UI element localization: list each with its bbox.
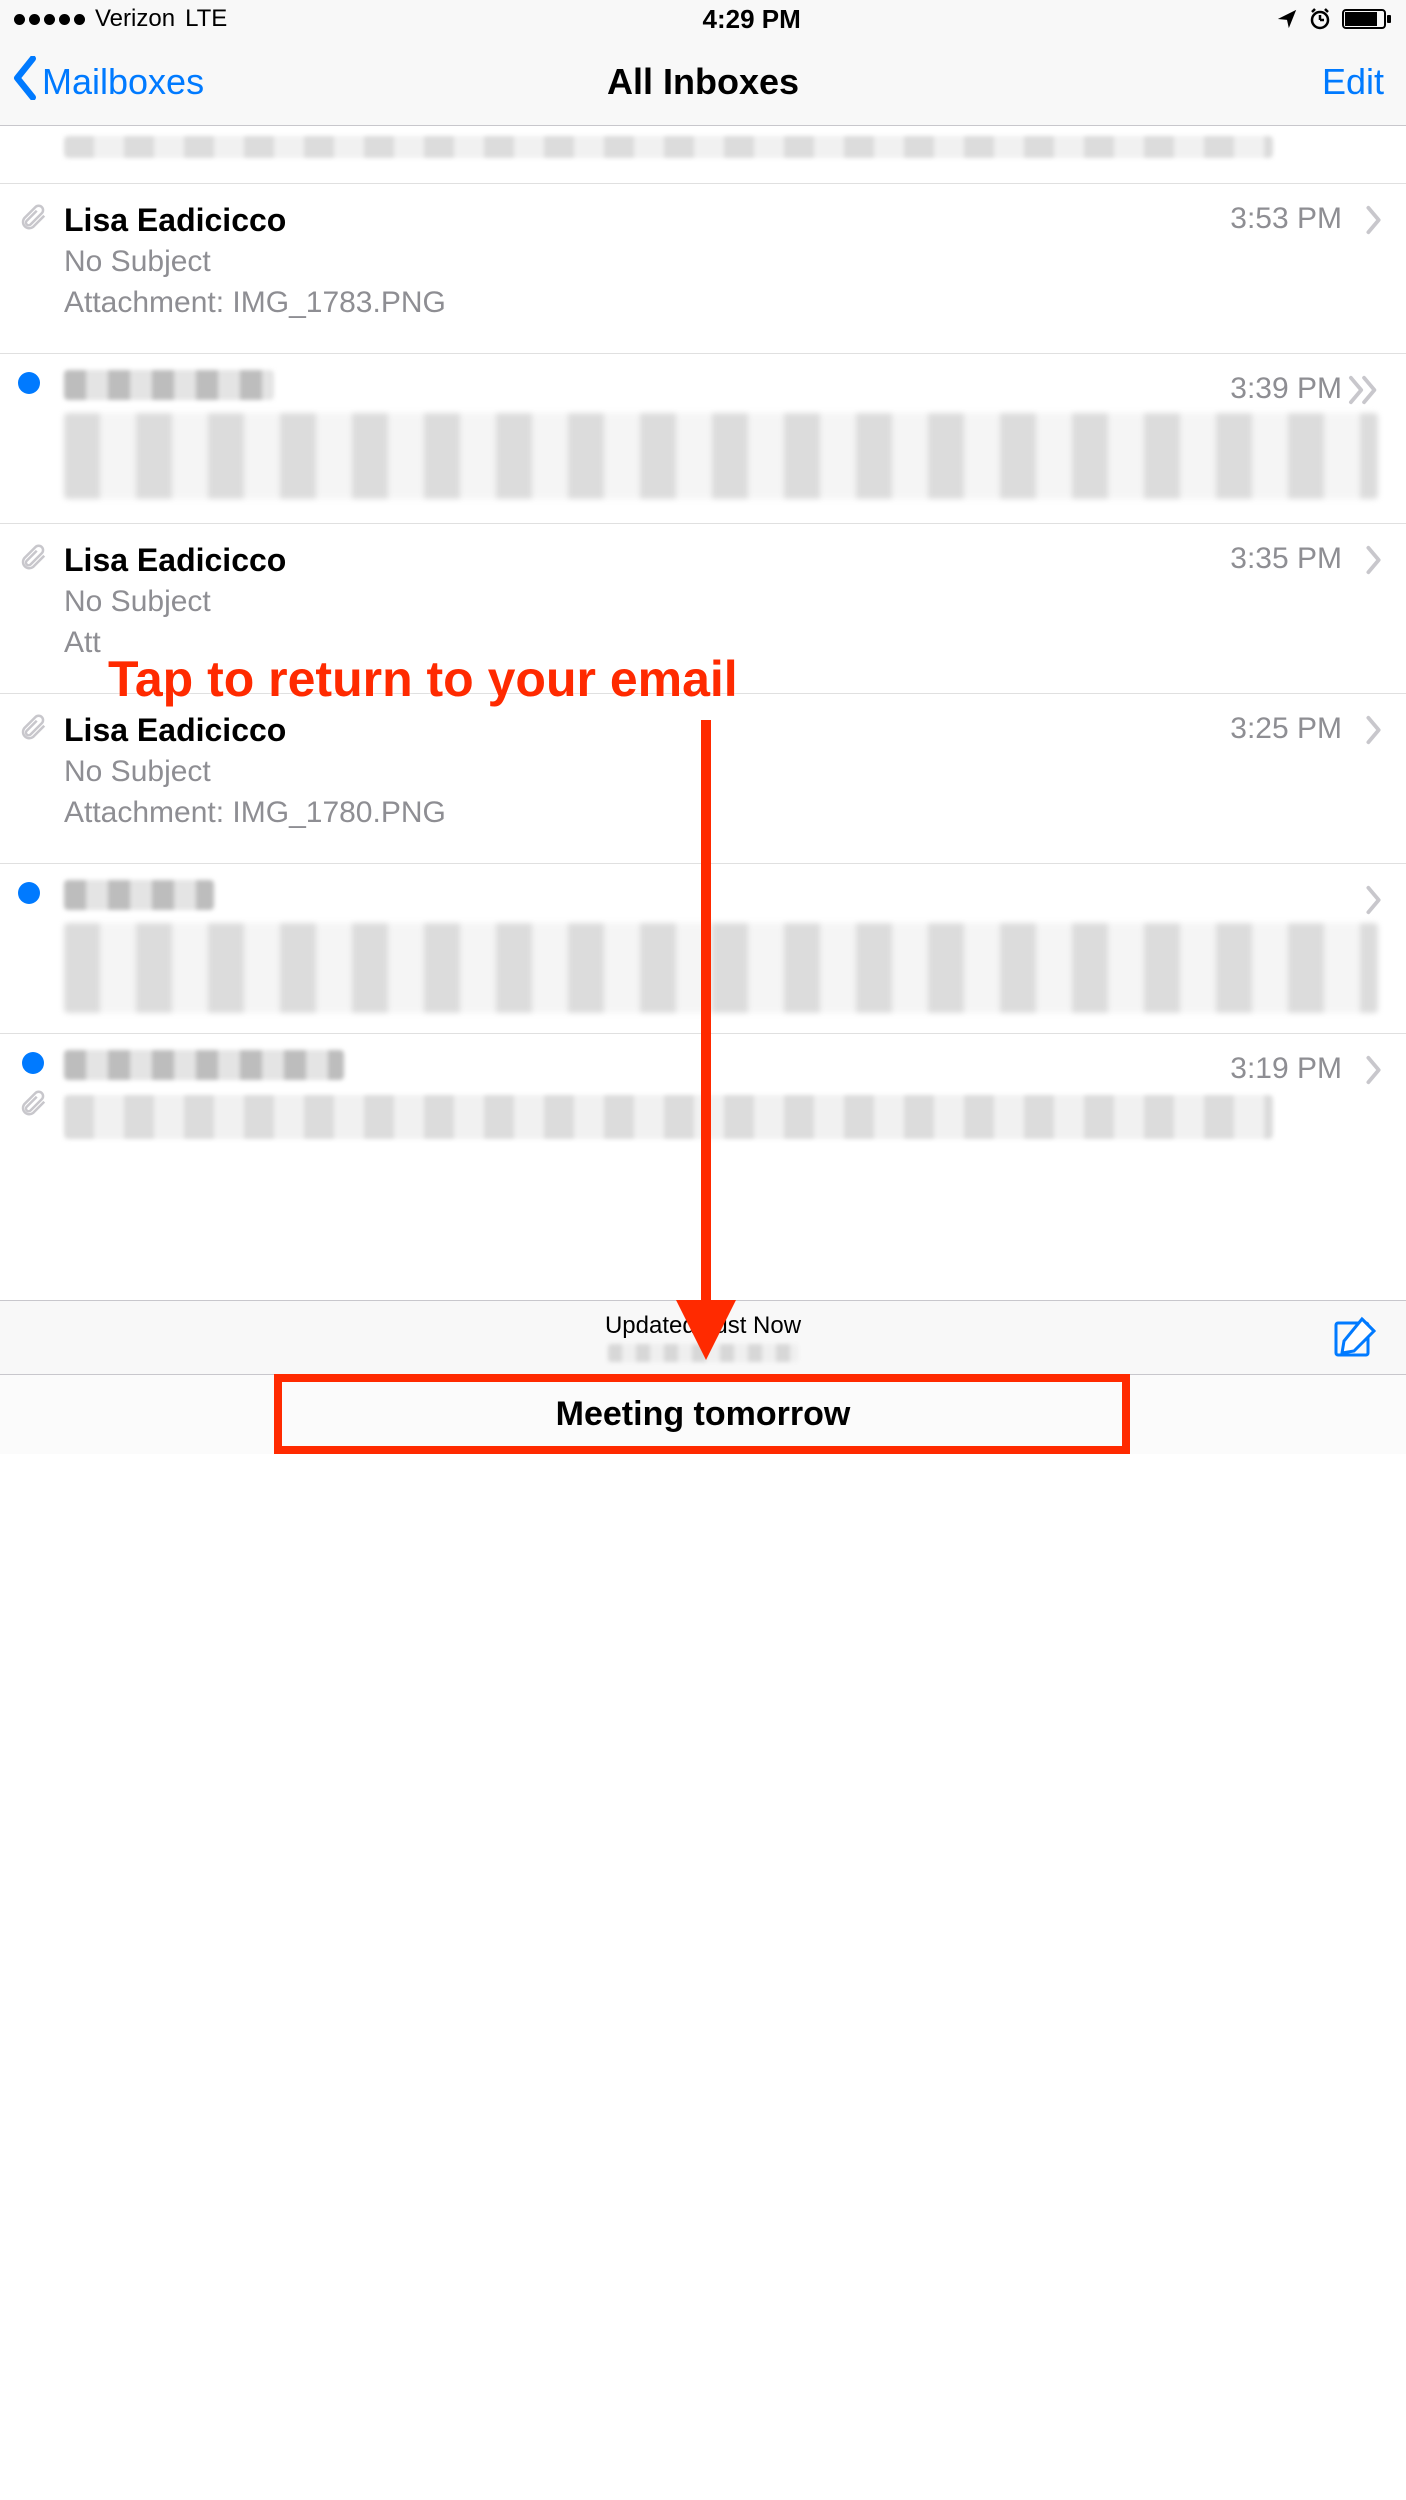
message-time: 3:39 PM <box>1230 372 1342 406</box>
status-right <box>1276 7 1392 31</box>
message-sender: Lisa Eadicicco <box>64 540 1378 580</box>
unread-dot-icon <box>18 882 40 904</box>
status-left: Verizon LTE <box>14 5 227 33</box>
unread-dot-icon <box>18 372 40 394</box>
mail-app-screen: Verizon LTE 4:29 PM Mailboxes All Inboxe… <box>0 0 1406 1454</box>
message-time: 3:35 PM <box>1230 542 1342 576</box>
message-row[interactable]: Lisa Eadicicco No Subject Attachment: IM… <box>0 694 1406 864</box>
sync-status-label: Updated Just Now <box>605 1313 801 1339</box>
message-row[interactable]: Lisa Eadicicco No Subject Att 3:35 PM <box>0 524 1406 694</box>
bottom-toolbar: Updated Just Now <box>0 1300 1406 1374</box>
draft-peek-bar[interactable]: Meeting tomorrow <box>0 1374 1406 1454</box>
message-list[interactable]: Lisa Eadicicco No Subject Attachment: IM… <box>0 126 1406 1300</box>
message-time: 3:53 PM <box>1230 202 1342 236</box>
unread-dot-icon <box>22 1052 44 1074</box>
chevron-right-icon <box>1364 204 1384 241</box>
attachment-icon <box>18 542 48 572</box>
message-subject: No Subject <box>64 582 1378 623</box>
sync-status-sub <box>608 1344 798 1362</box>
edit-button[interactable]: Edit <box>1322 38 1384 126</box>
status-bar: Verizon LTE 4:29 PM <box>0 0 1406 38</box>
draft-title: Meeting tomorrow <box>556 1395 851 1434</box>
reserved-bottom-space <box>0 1454 1406 2500</box>
nav-bar: Mailboxes All Inboxes Edit <box>0 38 1406 126</box>
message-preview: Attachment: IMG_1780.PNG <box>64 793 1378 834</box>
chevron-right-icon <box>1364 714 1384 751</box>
message-row[interactable] <box>0 126 1406 184</box>
network-type-label: LTE <box>185 5 227 33</box>
nav-title: All Inboxes <box>0 61 1406 103</box>
compose-button[interactable] <box>1332 1313 1380 1366</box>
message-row[interactable]: 3:19 PM <box>0 1034 1406 1161</box>
chevron-right-icon <box>1364 544 1384 581</box>
chevron-double-right-icon <box>1346 374 1384 411</box>
status-clock: 4:29 PM <box>703 4 801 35</box>
carrier-label: Verizon <box>95 5 175 33</box>
location-icon <box>1276 8 1298 30</box>
message-subject: No Subject <box>64 752 1378 793</box>
chevron-right-icon <box>1364 884 1384 921</box>
message-preview: Attachment: IMG_1783.PNG <box>64 283 1378 324</box>
message-row[interactable]: Lisa Eadicicco No Subject Attachment: IM… <box>0 184 1406 354</box>
message-time: 3:19 PM <box>1230 1052 1342 1086</box>
message-time: 3:25 PM <box>1230 712 1342 746</box>
message-sender: Lisa Eadicicco <box>64 200 1378 240</box>
attachment-icon <box>18 1088 48 1118</box>
message-subject: No Subject <box>64 242 1378 283</box>
attachment-icon <box>18 202 48 232</box>
message-sender: Lisa Eadicicco <box>64 710 1378 750</box>
signal-strength-icon <box>14 14 85 25</box>
message-preview: Att <box>64 623 1378 664</box>
chevron-right-icon <box>1364 1054 1384 1091</box>
alarm-icon <box>1308 7 1332 31</box>
message-row[interactable] <box>0 864 1406 1034</box>
attachment-icon <box>18 712 48 742</box>
battery-icon <box>1342 8 1392 30</box>
message-row[interactable]: 3:39 PM <box>0 354 1406 524</box>
